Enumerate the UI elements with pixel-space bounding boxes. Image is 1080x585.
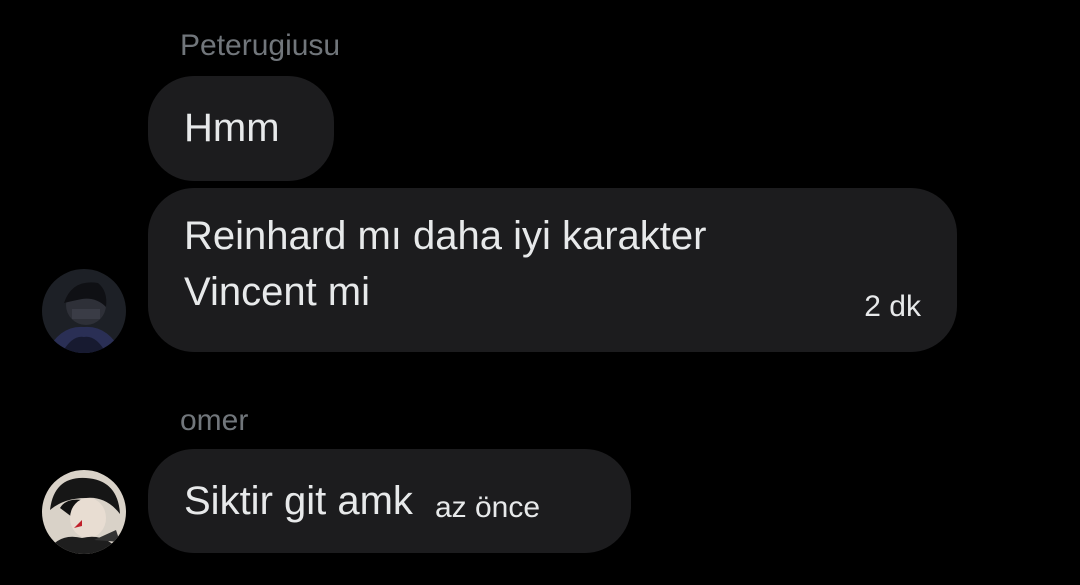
avatar[interactable] (42, 470, 126, 554)
message-text: Siktir git amk (184, 479, 413, 523)
avatar-image (42, 269, 126, 353)
message-bubble-question[interactable]: Reinhard mı daha iyi karakter Vincent mi… (148, 188, 957, 352)
message-bubble-hmm[interactable]: Hmm (148, 76, 334, 181)
avatar-image (42, 470, 126, 554)
message-text-line1: Reinhard mı daha iyi karakter (184, 214, 707, 258)
avatar[interactable] (42, 269, 126, 353)
message-bubble-reply[interactable]: Siktir git amk az önce (148, 449, 631, 553)
sender-name-peterugiusu: Peterugiusu (180, 29, 341, 62)
message-timestamp: 2 dk (864, 290, 921, 323)
message-text-line2: Vincent mi (184, 270, 371, 314)
message-text: Hmm (184, 106, 280, 150)
message-timestamp: az önce (434, 491, 541, 524)
sender-name-omer: omer (180, 404, 249, 437)
